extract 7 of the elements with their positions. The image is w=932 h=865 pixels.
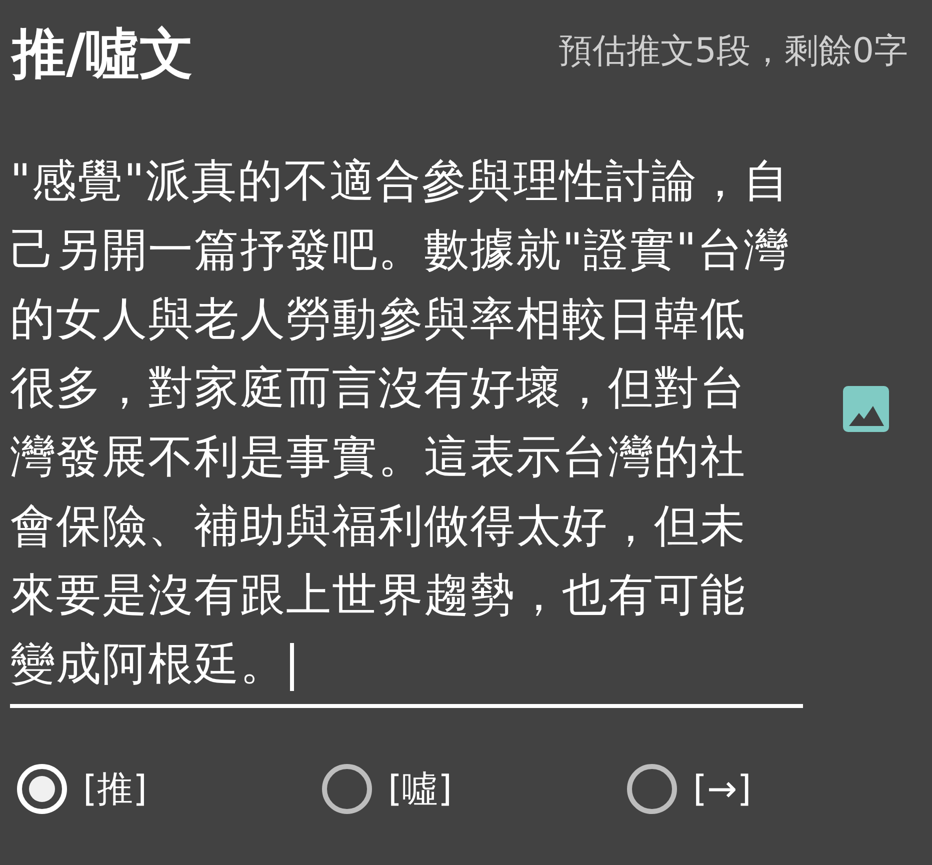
character-counter: 預估推文5段，剩餘0字 xyxy=(558,30,908,73)
radio-option[interactable]: [噓] xyxy=(322,764,627,814)
dialog-title: 推/噓文 xyxy=(12,21,194,87)
radio-option[interactable]: [→] xyxy=(627,764,932,814)
radio-option[interactable]: [推] xyxy=(17,764,322,814)
image-icon[interactable] xyxy=(843,386,889,432)
comment-text-field[interactable]: "感覺"派真的不適合參與理性討論，自 己另開一篇抒發吧。數據就"證實"台灣 的女人與老人勞動參與率相較日韓低 很多，對家庭而言沒有好壞，但對台 灣發展不利是事實。這表示台灣的社 會保險、補助與福利做得太好，但未 來要是沒有跟上世界趨勢，也有可能 變成阿根廷。 xyxy=(10,146,803,708)
